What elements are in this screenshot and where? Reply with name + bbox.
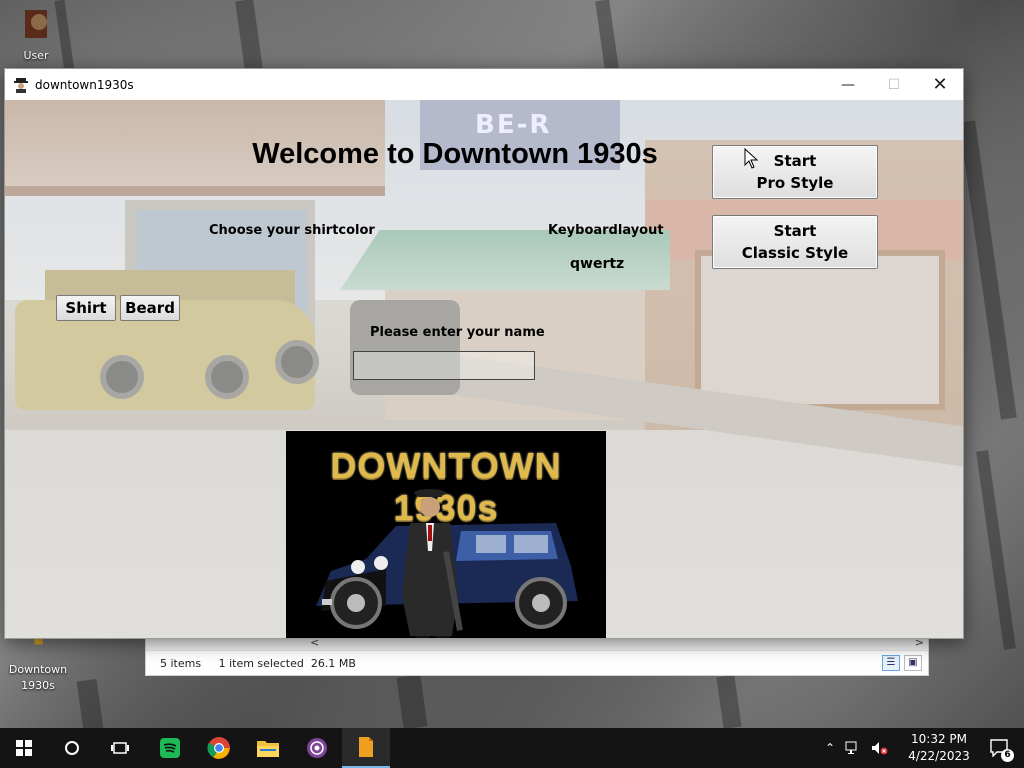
file-explorer-window: < > 5 items 1 item selected 26.1 MB ☰ ▣ xyxy=(145,636,929,676)
search-button[interactable] xyxy=(48,728,96,768)
start-classic-line2: Classic Style xyxy=(741,244,849,262)
tor-icon xyxy=(307,738,327,758)
item-count: 5 items xyxy=(160,657,202,670)
taskbar-downtown1930s[interactable] xyxy=(342,728,390,768)
horizontal-scrollbar[interactable]: < > xyxy=(146,636,928,651)
name-label: Please enter your name xyxy=(370,325,545,340)
selection-info: 1 item selected 26.1 MB xyxy=(218,657,356,670)
keyboard-layout-label: Keyboardlayout xyxy=(548,223,664,238)
scene-banner-text: BE-R xyxy=(475,110,552,140)
close-button[interactable]: ✕ xyxy=(917,69,963,100)
start-classic-line1: Start xyxy=(773,222,817,240)
mouse-cursor-icon xyxy=(744,148,759,169)
chevron-up-icon[interactable]: ⌃ xyxy=(825,741,835,755)
minimize-button[interactable]: — xyxy=(825,69,871,100)
clock-date: 4/22/2023 xyxy=(908,749,970,763)
game-taskbar-icon xyxy=(359,737,373,757)
poster-car-illustration xyxy=(316,489,578,638)
game-poster: DOWNTOWN 1930s xyxy=(286,431,606,638)
desktop-icon-label: Downtown 1930s xyxy=(8,663,68,692)
app-icon xyxy=(14,77,28,93)
clock[interactable]: 10:32 PM 4/22/2023 xyxy=(900,731,978,765)
notification-count: 6 xyxy=(1001,749,1014,762)
start-pro-line2: Pro Style xyxy=(756,174,834,192)
scene-roof-beam xyxy=(5,186,385,196)
shirt-button[interactable]: Shirt xyxy=(56,295,116,321)
maximize-button[interactable]: ☐ xyxy=(871,69,917,100)
taskbar-tor-browser[interactable] xyxy=(293,728,341,768)
scene-store-window xyxy=(695,250,945,410)
start-classic-style-button[interactable]: Start Classic Style xyxy=(712,215,878,269)
keyboard-layout-value[interactable]: qwertz xyxy=(570,256,624,272)
scene-wheel xyxy=(100,355,144,399)
details-view-icon[interactable]: ☰ xyxy=(882,655,900,671)
user-icon xyxy=(25,10,47,38)
taskbar-spotify[interactable] xyxy=(146,728,194,768)
desktop-icon-downtown[interactable]: Downtown 1930s xyxy=(6,636,70,694)
volume-muted-icon[interactable] xyxy=(871,741,889,755)
start-pro-line1: Start xyxy=(773,152,817,170)
task-view-icon xyxy=(111,742,129,754)
start-pro-style-button[interactable]: Start Pro Style xyxy=(712,145,878,199)
game-window: downtown1930s — ☐ ✕ BE-R Welcome to Down… xyxy=(4,68,964,639)
scene-wheel xyxy=(275,340,319,384)
taskbar: ⌃ 10:32 PM 4/22/2023 6 xyxy=(0,728,1024,768)
game-canvas[interactable]: BE-R Welcome to Downtown 1930s Choose yo… xyxy=(5,100,963,638)
task-view-button[interactable] xyxy=(96,728,144,768)
status-bar: 5 items 1 item selected 26.1 MB xyxy=(160,657,370,670)
name-input[interactable] xyxy=(353,351,535,380)
taskbar-chrome[interactable] xyxy=(195,728,243,768)
notification-center-button[interactable]: 6 xyxy=(976,728,1024,768)
clock-time: 10:32 PM xyxy=(911,732,967,746)
welcome-text: Welcome to Downtown 1930s xyxy=(252,138,658,170)
folder-icon xyxy=(257,741,279,757)
desktop-icon-user[interactable]: User xyxy=(4,6,68,64)
windows-icon xyxy=(16,740,32,756)
system-tray: ⌃ xyxy=(825,728,889,768)
beard-button[interactable]: Beard xyxy=(120,295,180,321)
network-icon[interactable] xyxy=(845,741,861,755)
shirt-color-label: Choose your shirtcolor xyxy=(209,223,375,238)
start-button[interactable] xyxy=(0,728,48,768)
search-circle-icon xyxy=(65,741,79,755)
spotify-icon xyxy=(160,738,180,758)
taskbar-file-explorer[interactable] xyxy=(244,728,292,768)
scene-wheel xyxy=(205,355,249,399)
large-icons-view-icon[interactable]: ▣ xyxy=(904,655,922,671)
desktop-icon-label: User xyxy=(23,49,49,62)
title-bar[interactable]: downtown1930s — ☐ ✕ xyxy=(5,69,963,100)
chrome-icon xyxy=(207,737,230,759)
window-title: downtown1930s xyxy=(35,77,134,92)
scene-car xyxy=(350,300,460,395)
